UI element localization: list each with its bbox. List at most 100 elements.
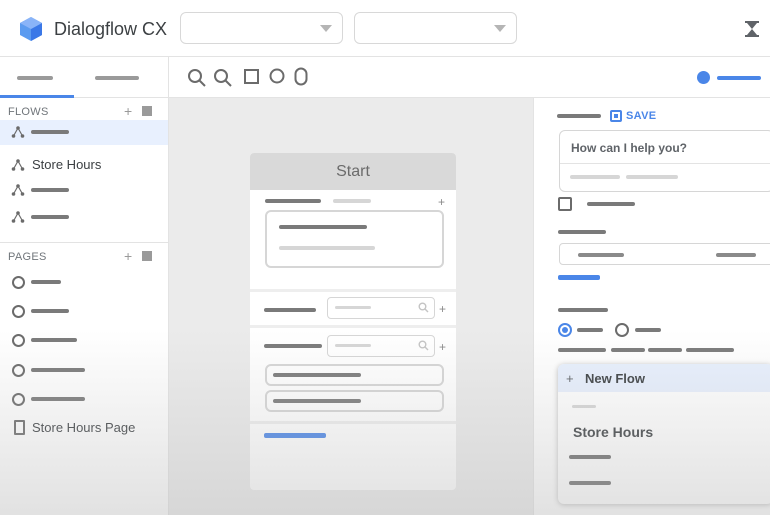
section-heading-placeholder [333, 199, 371, 203]
fulfillment-text-placeholder [279, 246, 375, 250]
page-item[interactable] [0, 358, 168, 383]
new-flow-label: New Flow [585, 371, 645, 386]
search-placeholder [335, 344, 371, 347]
radio-flow[interactable] [615, 323, 629, 337]
flow-icon [11, 159, 25, 171]
page-item-store-hours-page[interactable]: Store Hours Page [0, 416, 168, 441]
page-item-label [31, 338, 77, 342]
chevron-down-icon [320, 25, 332, 32]
circle-icon[interactable] [269, 68, 285, 84]
page-item[interactable] [0, 387, 168, 412]
flows-section-label: FLOWS [8, 106, 49, 118]
route-item[interactable] [265, 364, 444, 386]
field-value-placeholder [578, 253, 624, 257]
flow-item-store-hours[interactable]: Store Hours [0, 153, 168, 178]
zoom-in-icon[interactable] [213, 68, 233, 88]
add-route-plus-icon[interactable]: + [438, 196, 445, 208]
add-flow-plus-icon[interactable]: + [124, 104, 132, 118]
page-circle-icon [12, 393, 25, 406]
start-node-card[interactable]: Start + + + [250, 153, 456, 490]
tab-build[interactable] [17, 76, 53, 80]
page-item[interactable] [0, 299, 168, 324]
search-placeholder [335, 306, 371, 309]
start-node-header: Start [250, 153, 456, 190]
left-panel-tabs [0, 57, 169, 98]
page-document-icon [14, 420, 25, 435]
search-icon [418, 340, 429, 351]
menu-item-placeholder[interactable] [569, 481, 611, 485]
section-heading-placeholder [264, 344, 322, 348]
helper-text-placeholder [648, 348, 682, 352]
flow-item-label [31, 215, 69, 219]
fulfillment-text-placeholder [279, 225, 367, 229]
response-variant-placeholder [570, 175, 620, 179]
card-section-divider [250, 289, 456, 292]
agent-response-text: How can I help you? [571, 141, 688, 155]
event-search-field[interactable] [327, 335, 435, 357]
zoom-out-icon[interactable] [187, 68, 207, 88]
menu-item-placeholder[interactable] [569, 455, 611, 459]
route-text-placeholder [273, 373, 361, 377]
app-title: Dialogflow CX [54, 19, 168, 39]
toggle-switch-icon[interactable] [697, 71, 710, 84]
checkbox[interactable] [558, 197, 572, 211]
radio-page-selected[interactable] [558, 323, 572, 337]
chevron-down-icon [494, 25, 506, 32]
flow-item[interactable] [0, 120, 168, 145]
add-route-link[interactable] [264, 433, 326, 438]
save-button[interactable]: SAVE [610, 108, 656, 124]
page-item[interactable] [0, 270, 168, 295]
dialogflow-logo-icon [20, 17, 42, 41]
flow-icon [11, 211, 25, 223]
radio-label-placeholder [577, 328, 603, 332]
section-heading-placeholder [264, 308, 316, 312]
page-options-icon[interactable] [142, 251, 152, 261]
flow-dropdown-menu: + New Flow Store Hours [558, 364, 770, 504]
agent-response-field[interactable]: How can I help you? [559, 130, 770, 192]
add-route-plus-icon[interactable]: + [439, 303, 446, 315]
route-item[interactable] [265, 390, 444, 412]
route-text-placeholder [273, 399, 361, 403]
new-flow-menu-item[interactable]: + New Flow [558, 364, 770, 392]
add-condition-link[interactable] [558, 275, 600, 280]
start-node-title: Start [336, 163, 370, 180]
flow-item[interactable] [0, 205, 168, 230]
agent-select[interactable] [180, 12, 343, 44]
menu-separator-placeholder [572, 405, 596, 408]
search-icon [418, 302, 429, 313]
menu-item-store-hours[interactable]: Store Hours [573, 424, 653, 440]
environment-select[interactable] [354, 12, 517, 44]
flow-options-icon[interactable] [142, 106, 152, 116]
card-section-divider [250, 325, 456, 328]
plus-icon: + [566, 371, 574, 386]
page-item-label [31, 280, 61, 284]
add-page-plus-icon[interactable]: + [124, 249, 132, 263]
helper-text-placeholder [558, 348, 606, 352]
flow-icon [11, 126, 25, 138]
page-circle-icon [12, 334, 25, 347]
editor-title-placeholder [557, 114, 601, 118]
pages-section-label: PAGES [8, 251, 47, 263]
checkbox-label-placeholder [587, 202, 635, 206]
page-item[interactable] [0, 328, 168, 353]
section-divider [0, 242, 168, 243]
flow-item[interactable] [0, 178, 168, 203]
helper-text-placeholder [611, 348, 645, 352]
flow-item-label: Store Hours [32, 157, 102, 172]
page-item-label [31, 397, 85, 401]
field-divider [560, 163, 770, 164]
tab-manage[interactable] [95, 76, 139, 80]
entry-fulfillment-box[interactable] [265, 210, 444, 268]
stadium-icon[interactable] [294, 67, 308, 86]
add-route-plus-icon[interactable]: + [439, 341, 446, 353]
intent-search-field[interactable] [327, 297, 435, 319]
save-button-label: SAVE [626, 110, 657, 122]
square-icon[interactable] [244, 69, 259, 84]
condition-field[interactable] [559, 243, 770, 265]
flow-item-label [31, 188, 69, 192]
response-variant-placeholder [626, 175, 678, 179]
toggle-track [717, 76, 761, 80]
page-circle-icon [12, 276, 25, 289]
radio-label-placeholder [635, 328, 661, 332]
hourglass-icon[interactable] [744, 20, 760, 38]
